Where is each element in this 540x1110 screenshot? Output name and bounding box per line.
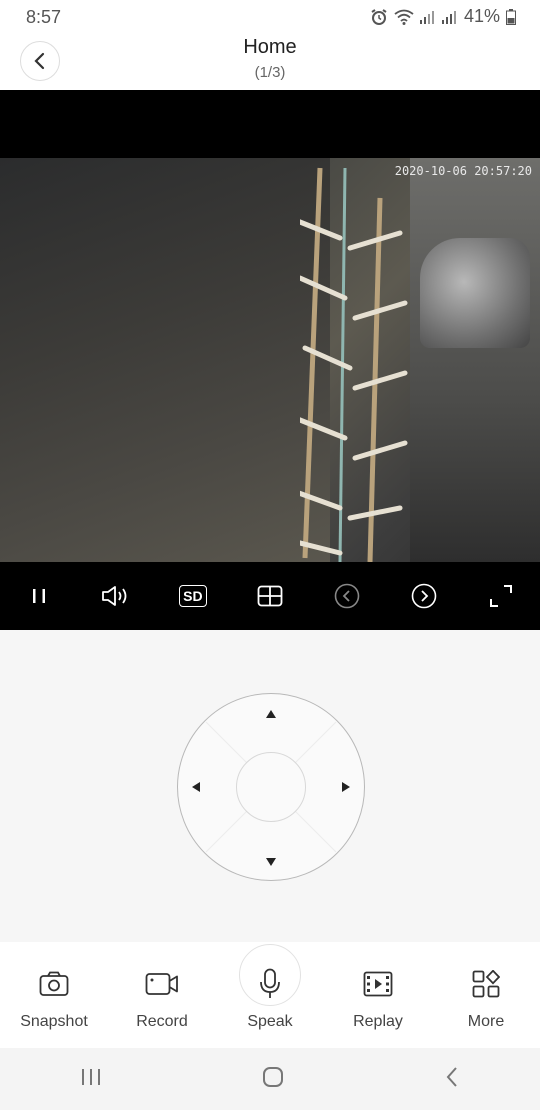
status-bar: 8:57 41% (0, 0, 540, 34)
pan-down-button[interactable] (266, 858, 276, 866)
feed-car (420, 238, 530, 348)
replay-label: Replay (353, 1013, 403, 1030)
speaker-icon (101, 586, 127, 606)
ptz-dpad[interactable] (177, 693, 365, 881)
battery-icon (506, 8, 516, 25)
grid-view-button[interactable] (250, 576, 290, 616)
pan-up-button[interactable] (266, 710, 276, 718)
feed-road (0, 158, 330, 562)
film-icon (363, 971, 393, 997)
record-button[interactable]: Record (108, 942, 216, 1048)
record-label: Record (136, 1013, 188, 1030)
dpad-center[interactable] (236, 752, 306, 822)
replay-button[interactable]: Replay (324, 942, 432, 1048)
circle-chevron-right-icon (411, 583, 437, 609)
quality-button[interactable]: SD (173, 576, 213, 616)
alarm-icon (371, 8, 387, 25)
sd-label: SD (179, 585, 207, 607)
pan-left-button[interactable] (192, 782, 200, 792)
pause-icon (32, 589, 45, 603)
circle-chevron-left-icon (334, 583, 360, 609)
apps-icon (472, 970, 500, 998)
more-label: More (467, 1013, 505, 1030)
wifi-icon (394, 9, 414, 25)
pan-right-button[interactable] (342, 782, 350, 792)
video-player[interactable]: 2020-10-06 20:57:20 SD (0, 90, 540, 630)
home-icon (262, 1066, 283, 1087)
grid-icon (257, 585, 283, 607)
battery-percent: 41% (463, 6, 500, 26)
status-icons: 41% (370, 6, 516, 27)
microphone-icon (260, 968, 280, 998)
speak-label: Speak (247, 1013, 293, 1030)
fullscreen-button[interactable] (481, 576, 521, 616)
video-timestamp: 2020-10-06 20:57:20 (394, 164, 532, 178)
camera-icon (39, 971, 69, 996)
recent-apps-button[interactable] (80, 1067, 102, 1092)
home-button[interactable] (261, 1065, 285, 1094)
video-camera-icon (145, 973, 178, 995)
system-back-button[interactable] (444, 1066, 460, 1093)
page-subtitle: (1/3) (254, 64, 286, 81)
volume-button[interactable] (96, 576, 136, 616)
player-controls: SD (0, 562, 540, 630)
ptz-control-area (0, 630, 540, 942)
signal-icon (419, 10, 434, 24)
recents-icon (81, 1068, 100, 1085)
feed-fence (300, 167, 408, 562)
snapshot-label: Snapshot (20, 1013, 88, 1030)
camera-feed[interactable]: 2020-10-06 20:57:20 (0, 158, 540, 562)
action-toolbar: Snapshot Record Speak Replay More (0, 942, 540, 1048)
previous-camera-button[interactable] (327, 576, 367, 616)
next-camera-button[interactable] (404, 576, 444, 616)
header: Home (1/3) (0, 34, 540, 90)
back-chevron-icon (446, 1066, 458, 1087)
fullscreen-icon (490, 585, 513, 607)
feed-wall (410, 158, 540, 562)
speak-button[interactable]: Speak (216, 942, 324, 1048)
status-time: 8:57 (26, 7, 62, 27)
more-button[interactable]: More (432, 942, 540, 1048)
page-title: Home (243, 36, 297, 58)
signal-icon-2 (441, 10, 456, 24)
pause-button[interactable] (19, 576, 59, 616)
snapshot-button[interactable]: Snapshot (0, 942, 108, 1048)
system-nav-bar (0, 1048, 540, 1110)
